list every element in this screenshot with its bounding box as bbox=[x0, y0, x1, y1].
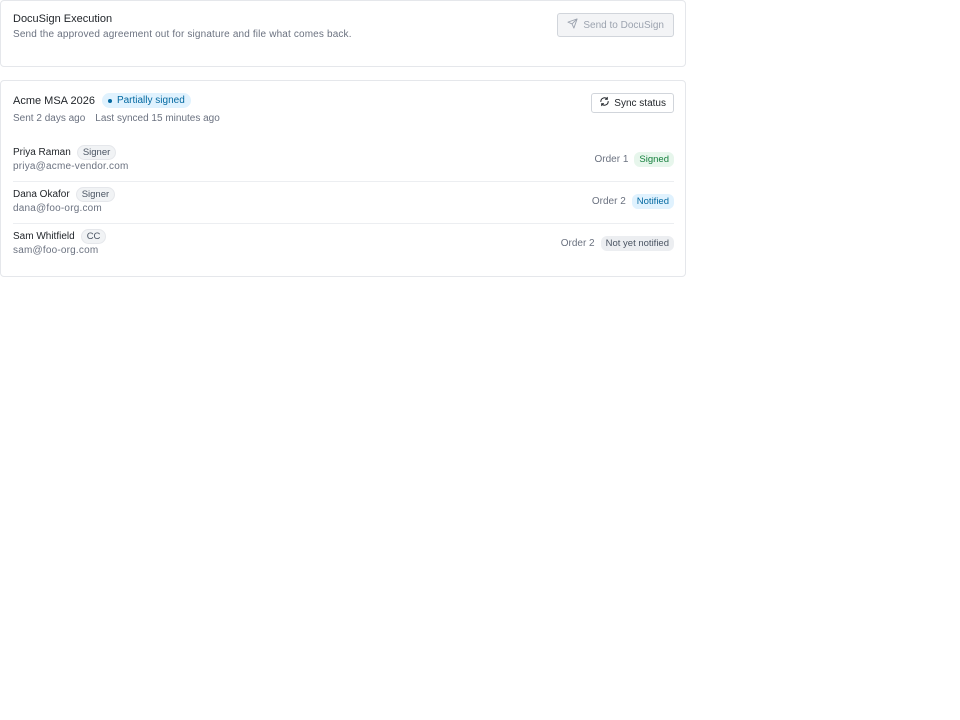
recipient-email: sam@foo-org.com bbox=[13, 245, 99, 256]
envelope-title: Acme MSA 2026 bbox=[13, 94, 95, 107]
last-synced-time: Last synced 15 minutes ago bbox=[95, 113, 220, 124]
refresh-icon bbox=[599, 96, 610, 110]
recipient-name: Dana Okafor bbox=[13, 189, 70, 200]
recipient-role-badge: Signer bbox=[75, 187, 116, 202]
envelope-meta: Sent 2 days ago Last synced 15 minutes a… bbox=[13, 113, 220, 124]
recipient-order: Order 2 bbox=[591, 196, 626, 207]
envelope-card: Acme MSA 2026 Partially signed Sent 2 da… bbox=[0, 80, 686, 277]
recipient-name: Sam Whitfield bbox=[13, 231, 75, 242]
recipient-list: Priya Raman Signer priya@acme-vendor.com… bbox=[13, 140, 674, 266]
sync-button-label: Sync status bbox=[614, 97, 666, 109]
envelope-title-row: Acme MSA 2026 Partially signed bbox=[13, 93, 191, 108]
send-icon bbox=[567, 18, 578, 32]
recipient-name: Priya Raman bbox=[13, 147, 71, 158]
recipient-row: Priya Raman Signer priya@acme-vendor.com… bbox=[13, 140, 674, 182]
sync-status-button[interactable]: Sync status bbox=[591, 93, 674, 113]
sent-time: Sent 2 days ago bbox=[13, 113, 86, 124]
recipient-row: Dana Okafor Signer dana@foo-org.com Orde… bbox=[13, 182, 674, 224]
recipient-order: Order 1 bbox=[594, 154, 629, 165]
recipient-state-badge: Not yet notified bbox=[600, 236, 674, 251]
recipient-row: Sam Whitfield CC sam@foo-org.com Order 2… bbox=[13, 224, 674, 266]
recipient-state-badge: Signed bbox=[634, 152, 674, 167]
card-title: DocuSign Execution bbox=[13, 13, 113, 25]
recipient-state-badge: Notified bbox=[631, 194, 674, 209]
send-button-label: Send to DocuSign bbox=[583, 19, 664, 31]
card-subtitle: Send the approved agreement out for sign… bbox=[13, 29, 352, 40]
status-dot-icon bbox=[107, 98, 112, 103]
envelope-status-badge: Partially signed bbox=[101, 93, 191, 108]
docusign-execution-card: DocuSign Execution Send the approved agr… bbox=[0, 0, 686, 67]
recipient-role-badge: CC bbox=[80, 229, 107, 244]
recipient-role-badge: Signer bbox=[76, 145, 117, 160]
recipient-email: dana@foo-org.com bbox=[13, 203, 102, 214]
recipient-email: priya@acme-vendor.com bbox=[13, 161, 129, 172]
send-to-docusign-button[interactable]: Send to DocuSign bbox=[557, 13, 674, 37]
recipient-order: Order 2 bbox=[560, 238, 595, 249]
envelope-status-label: Partially signed bbox=[116, 95, 185, 106]
